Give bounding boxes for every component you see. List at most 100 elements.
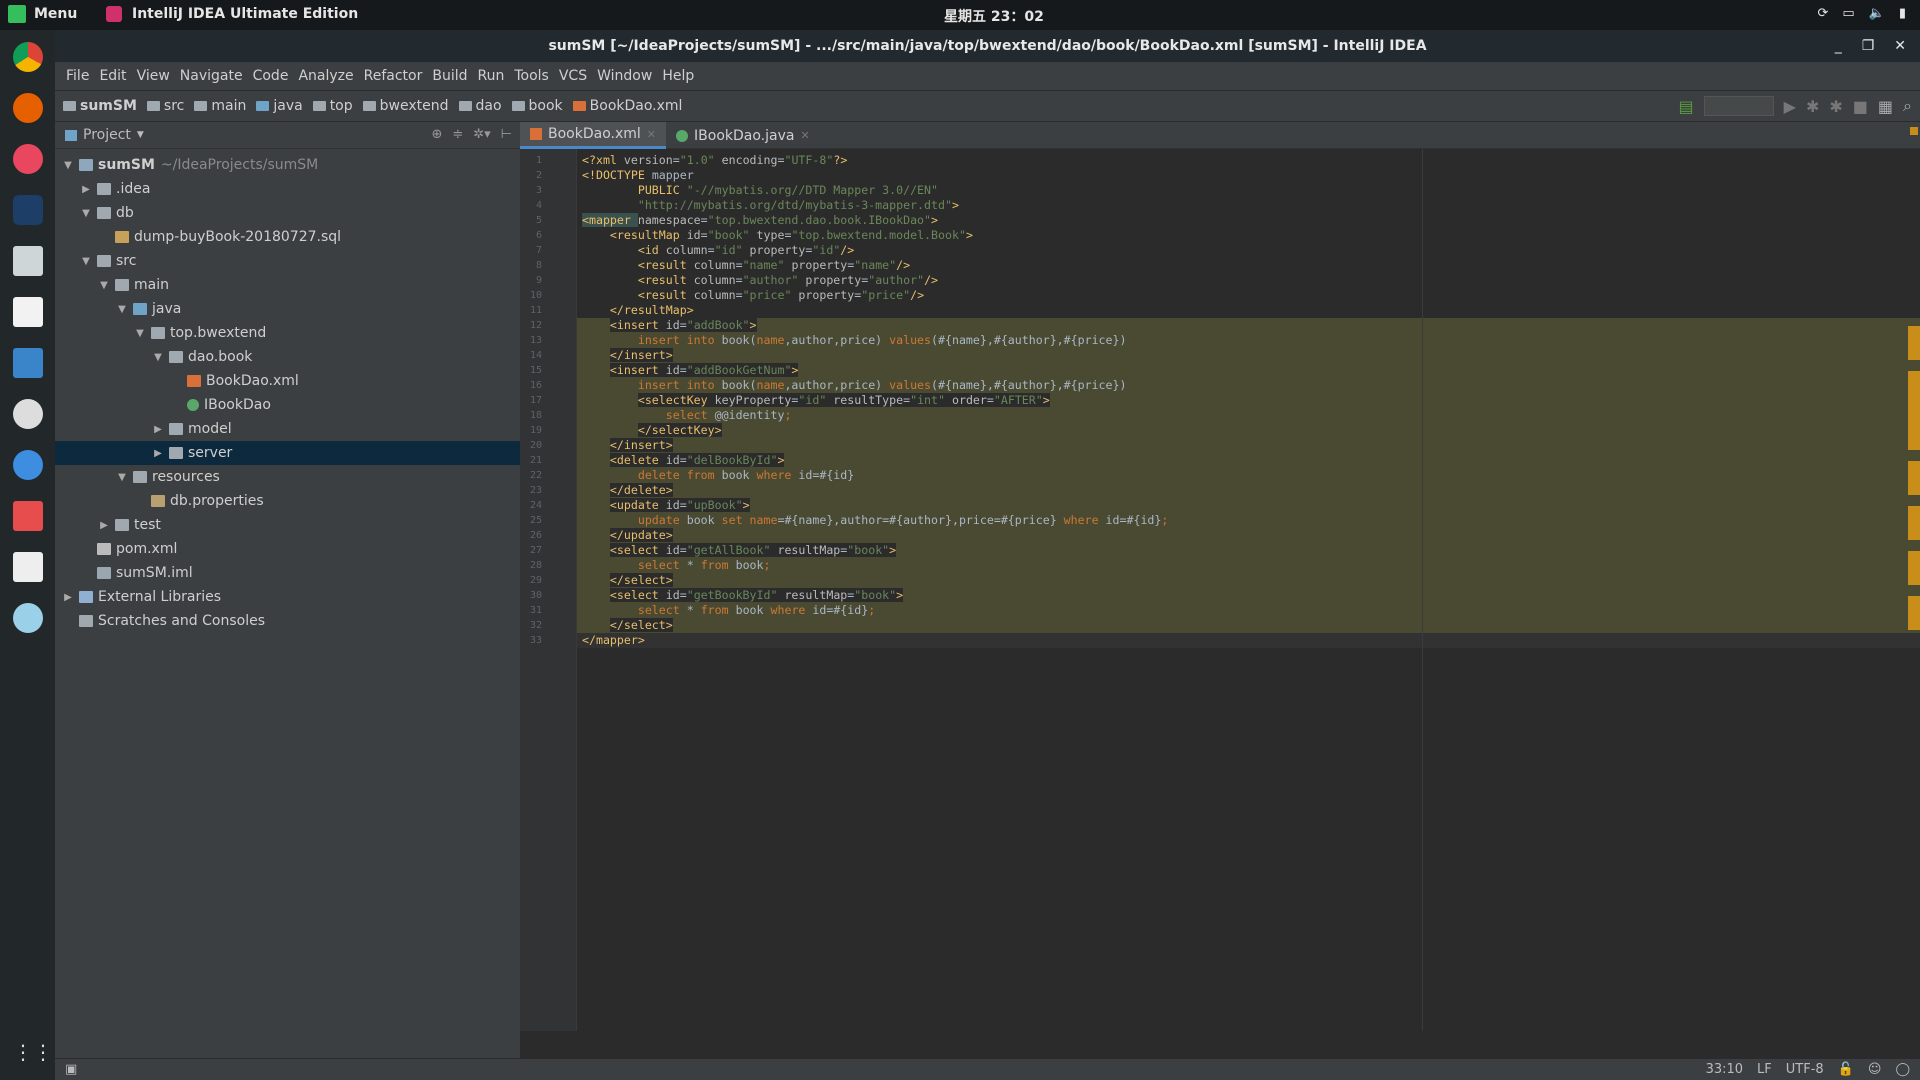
project-structure-icon[interactable]: ▦ [1878,97,1893,116]
media-icon[interactable] [13,501,43,531]
debug-icon[interactable]: ✱ [1806,97,1819,116]
app-icon[interactable] [13,144,43,174]
battery-icon[interactable]: ▮ [1899,6,1906,21]
menu-item-view[interactable]: View [132,68,175,84]
breadcrumb-item[interactable]: bwextend [362,98,449,114]
breadcrumb-item[interactable]: src [146,98,184,114]
stop-icon[interactable]: ■ [1853,97,1868,116]
menu-item-vcs[interactable]: VCS [554,68,592,84]
change-marker[interactable] [1908,506,1920,540]
event-log-icon[interactable]: ◯ [1895,1062,1910,1077]
tab-ibookdao-java[interactable]: IBookDao.java ✕ [666,122,820,149]
minimize-icon[interactable]: _ [1835,30,1842,62]
chevron-down-icon[interactable]: ▼ [79,256,93,267]
breadcrumb-item[interactable]: java [256,98,303,114]
tree-item-sumsm[interactable]: ▼ sumSM ~/IdeaProjects/sumSM [55,153,520,177]
chrome-icon[interactable] [13,42,43,72]
tree-item-dao-book[interactable]: ▼ dao.book [55,345,520,369]
breadcrumb-item[interactable]: sumSM [63,98,137,114]
chevron-right-icon[interactable]: ▶ [151,424,165,435]
build-icon[interactable]: ▤ [1679,97,1694,116]
inspector-icon[interactable]: ☺ [1868,1062,1882,1077]
viewer-icon[interactable] [13,552,43,582]
file-encoding[interactable]: UTF-8 [1786,1062,1824,1077]
collapse-icon[interactable]: ≑ [452,127,463,142]
chevron-right-icon[interactable]: ▶ [97,520,111,531]
project-panel-header[interactable]: Project ▼ ⊕ ≑ ✲▾ ⊢ [55,122,520,149]
tree-item-model[interactable]: ▶ model [55,417,520,441]
tree-item-bookdao-xml[interactable]: BookDao.xml [55,369,520,393]
menu-item-edit[interactable]: Edit [94,68,131,84]
tree-item-db[interactable]: ▼ db [55,201,520,225]
chevron-down-icon[interactable]: ▼ [151,352,165,363]
breadcrumb-item[interactable]: top [312,98,353,114]
warning-marker[interactable] [1910,127,1918,135]
breadcrumb-item[interactable]: BookDao.xml [572,98,682,114]
menu-item-refactor[interactable]: Refactor [359,68,428,84]
tree-item-main[interactable]: ▼ main [55,273,520,297]
tab-close-icon[interactable]: ✕ [647,128,656,141]
tree-item--idea[interactable]: ▶ .idea [55,177,520,201]
menu-item-window[interactable]: Window [592,68,657,84]
menu-item-build[interactable]: Build [427,68,472,84]
change-marker[interactable] [1908,596,1920,630]
editor-icon[interactable] [13,297,43,327]
tree-item-java[interactable]: ▼ java [55,297,520,321]
avatar-app-icon[interactable] [13,399,43,429]
chevron-down-icon[interactable]: ▼ [79,208,93,219]
tool-windows-icon[interactable]: ▣ [65,1062,77,1077]
change-marker[interactable] [1908,326,1920,360]
menu-item-navigate[interactable]: Navigate [175,68,248,84]
files-icon[interactable] [13,246,43,276]
menu-item-help[interactable]: Help [657,68,699,84]
clock[interactable]: 星期五 23：02 [944,6,1044,26]
hide-icon[interactable]: ⊢ [501,127,512,142]
tree-item-resources[interactable]: ▼ resources [55,465,520,489]
chevron-down-icon[interactable]: ▼ [115,472,129,483]
search-icon[interactable]: ⌕ [1903,96,1912,116]
tree-item-ibookdao[interactable]: IBookDao [55,393,520,417]
tree-item-scratches-and-consoles[interactable]: Scratches and Consoles [55,609,520,633]
tab-bookdao-xml[interactable]: BookDao.xml ✕ [520,122,667,149]
chevron-down-icon[interactable]: ▼ [137,130,144,140]
tree-item-external-libraries[interactable]: ▶ External Libraries [55,585,520,609]
tree-item-src[interactable]: ▼ src [55,249,520,273]
chevron-down-icon[interactable]: ▼ [61,160,75,171]
breadcrumb-item[interactable]: main [194,98,246,114]
browser-icon[interactable] [13,450,43,480]
tree-item-db-properties[interactable]: db.properties [55,489,520,513]
caret-position[interactable]: 33:10 [1706,1062,1743,1077]
settings-icon[interactable]: ✲▾ [473,127,490,142]
menu-item-file[interactable]: File [61,68,94,84]
maximize-icon[interactable]: ❐ [1862,30,1875,62]
screenshot-icon[interactable] [13,348,43,378]
menu-item-analyze[interactable]: Analyze [293,68,358,84]
display-icon[interactable]: ▭ [1842,6,1854,21]
close-icon[interactable]: ✕ [1894,30,1906,62]
line-separator[interactable]: LF [1757,1062,1772,1077]
wechat-icon[interactable] [13,603,43,633]
volume-icon[interactable]: 🔈 [1869,6,1885,21]
tree-item-sumsm-iml[interactable]: sumSM.iml [55,561,520,585]
tree-item-dump-buybook-20180727-sql[interactable]: dump-buyBook-20180727.sql [55,225,520,249]
tree-item-pom-xml[interactable]: pom.xml [55,537,520,561]
menu-item-code[interactable]: Code [248,68,294,84]
breadcrumb-item[interactable]: dao [458,98,502,114]
locate-icon[interactable]: ⊕ [431,127,442,142]
sync-icon[interactable]: ⟳ [1817,6,1828,21]
app-grid-icon[interactable]: ⋮⋮⋮ [13,1040,73,1070]
project-panel-title[interactable]: Project [83,127,131,143]
run-configuration-select[interactable] [1703,96,1774,116]
chevron-down-icon[interactable]: ▼ [115,304,129,315]
breadcrumb-item[interactable]: book [511,98,563,114]
menu-item-run[interactable]: Run [473,68,510,84]
change-marker[interactable] [1908,461,1920,495]
menu-item-tools[interactable]: Tools [509,68,554,84]
run-icon[interactable]: ▶ [1784,97,1796,116]
system-menu-button[interactable]: Menu [8,5,77,23]
chevron-right-icon[interactable]: ▶ [79,184,93,195]
tree-item-top-bwextend[interactable]: ▼ top.bwextend [55,321,520,345]
code-area[interactable]: <?xml version="1.0" encoding="UTF-8"?> <!… [577,149,1920,1031]
coverage-icon[interactable]: ✱ [1829,97,1842,116]
chevron-down-icon[interactable]: ▼ [133,328,147,339]
